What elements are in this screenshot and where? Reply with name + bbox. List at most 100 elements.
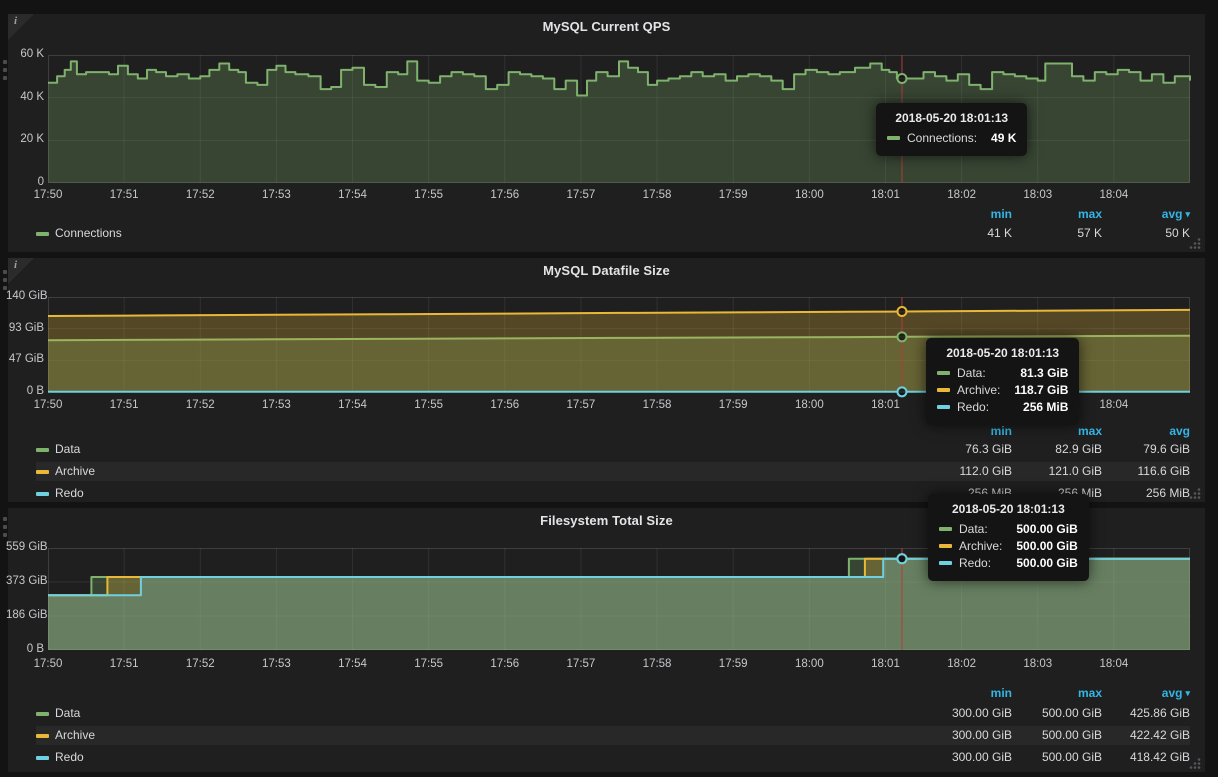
legend-sort-max[interactable]: max [1016,686,1102,700]
y-axis-tick-label: 0 B [6,385,44,397]
chart-tooltip: 2018-05-20 18:01:13 Data:81.3 GiB Archive… [926,338,1079,425]
series-toggle-redo[interactable]: Redo [55,486,84,500]
series-color-dash-icon[interactable] [36,470,49,474]
tooltip-series-label: Connections: [907,131,977,145]
stat-min-value: 300.00 GiB [926,728,1012,742]
y-axis-tick-label: 373 GiB [6,575,44,587]
series-color-dash-icon [937,371,950,375]
series-color-dash-icon [937,388,950,392]
tooltip-series-row: Archive:118.7 GiB [937,383,1068,397]
series-toggle-archive[interactable]: Archive [55,728,95,742]
legend-sort-max[interactable]: max [1016,207,1102,221]
legend-sort-avg[interactable]: avg▾ [1104,207,1190,221]
stat-avg-value: 418.42 GiB [1104,750,1190,764]
x-axis-tick-label: 18:01 [871,399,900,411]
hover-point-archive [897,307,906,316]
tooltip-series-value: 49 K [977,131,1016,145]
series-toggle-redo[interactable]: Redo [55,750,84,764]
y-axis-tick-label: 40 K [6,91,44,103]
stat-max-value: 500.00 GiB [1016,750,1102,764]
hover-point-redo [897,387,906,396]
x-axis-tick-label: 18:00 [795,189,824,201]
panel-resize-grip[interactable] [1188,236,1202,250]
tooltip-series-row: Connections:49 K [887,131,1016,145]
legend-row-archive: Archive112.0 GiB121.0 GiB116.6 GiB [36,462,1190,481]
panel-resize-grip[interactable] [1188,486,1202,500]
row-drag-handle[interactable] [1,56,9,84]
row-drag-handle[interactable] [1,513,9,541]
series-toggle-connections[interactable]: Connections [55,226,122,240]
stat-min-value: 76.3 GiB [926,442,1012,456]
grafana-dashboard-page: { "app": {"name_hint": "metrics-dashboar… [0,0,1224,784]
x-axis-tick-label: 18:04 [1099,658,1128,670]
legend-sort-avg[interactable]: avg [1104,424,1190,438]
x-axis-tick-label: 17:51 [110,658,139,670]
series-color-dash-icon[interactable] [36,232,49,236]
tooltip-series-value: 500.00 GiB [1002,539,1077,553]
stat-avg-value: 422.42 GiB [1104,728,1190,742]
legend-sort-avg[interactable]: avg▾ [1104,686,1190,700]
x-axis-tick-label: 17:54 [338,658,367,670]
x-axis-tick-label: 17:57 [567,658,596,670]
x-axis-tick-label: 17:55 [414,189,443,201]
stat-min-value: 41 K [926,226,1012,240]
series-color-dash-icon [937,405,950,409]
y-axis-tick-label: 186 GiB [6,609,44,621]
hover-point-data [897,332,906,341]
stat-min-value: 112.0 GiB [926,464,1012,478]
x-axis-tick-label: 18:03 [1023,189,1052,201]
x-axis-tick-label: 17:59 [719,189,748,201]
tooltip-series-row: Data:81.3 GiB [937,366,1068,380]
panel-title[interactable]: MySQL Datafile Size [8,263,1205,278]
y-axis-tick-label: 20 K [6,133,44,145]
stat-avg-value: 50 K [1104,226,1190,240]
legend-row-archive: Archive 300.00 GiB 500.00 GiB422.42 GiB [36,726,1190,745]
stat-avg-value: 425.86 GiB [1104,706,1190,720]
x-axis-tick-label: 17:58 [643,658,672,670]
x-axis-tick-label: 18:04 [1099,399,1128,411]
x-axis-tick-label: 18:04 [1099,189,1128,201]
series-color-dash-icon [939,544,952,548]
y-axis-tick-label: 47 GiB [6,353,44,365]
tooltip-timestamp: 2018-05-20 18:01:13 [887,111,1016,125]
tooltip-timestamp: 2018-05-20 18:01:13 [937,346,1068,360]
sort-caret-icon: ▾ [1185,209,1190,219]
hover-point-connections [897,74,906,83]
x-axis-tick-label: 17:57 [567,399,596,411]
x-axis-tick-label: 17:52 [186,189,215,201]
series-color-dash-icon[interactable] [36,734,49,738]
tooltip-series-value: 500.00 GiB [1002,556,1077,570]
legend-sort-max[interactable]: max [1016,424,1102,438]
legend-sort-min[interactable]: min [926,424,1012,438]
series-color-dash-icon[interactable] [36,756,49,760]
y-axis-tick-label: 0 [6,176,44,188]
y-axis-tick-label: 60 K [6,48,44,60]
series-toggle-archive[interactable]: Archive [55,464,95,478]
x-axis-tick-label: 17:56 [490,189,519,201]
x-axis-tick-label: 17:52 [186,399,215,411]
x-axis-tick-label: 17:55 [414,399,443,411]
tooltip-series-value: 118.7 GiB [1000,383,1068,397]
x-axis-tick-label: 18:00 [795,658,824,670]
series-color-dash-icon[interactable] [36,492,49,496]
series-toggle-data[interactable]: Data [55,442,80,456]
x-axis-tick-label: 17:50 [34,189,63,201]
tooltip-series-label: Archive: [959,539,1002,553]
series-color-dash-icon[interactable] [36,712,49,716]
x-axis-tick-label: 17:59 [719,658,748,670]
legend-sort-min[interactable]: min [926,207,1012,221]
x-axis-tick-label: 18:02 [947,189,976,201]
panel-resize-grip[interactable] [1188,756,1202,770]
x-axis-tick-label: 17:57 [567,189,596,201]
x-axis-tick-label: 17:56 [490,658,519,670]
panel-title[interactable]: MySQL Current QPS [8,19,1205,34]
series-color-dash-icon[interactable] [36,448,49,452]
tooltip-series-label: Data: [957,366,986,380]
stat-max-value: 500.00 GiB [1016,728,1102,742]
legend-sort-min[interactable]: min [926,686,1012,700]
tooltip-timestamp: 2018-05-20 18:01:13 [939,502,1078,516]
series-toggle-data[interactable]: Data [55,706,80,720]
tooltip-series-value: 256 MiB [1009,400,1068,414]
row-drag-handle[interactable] [1,266,9,294]
stat-max-value: 57 K [1016,226,1102,240]
